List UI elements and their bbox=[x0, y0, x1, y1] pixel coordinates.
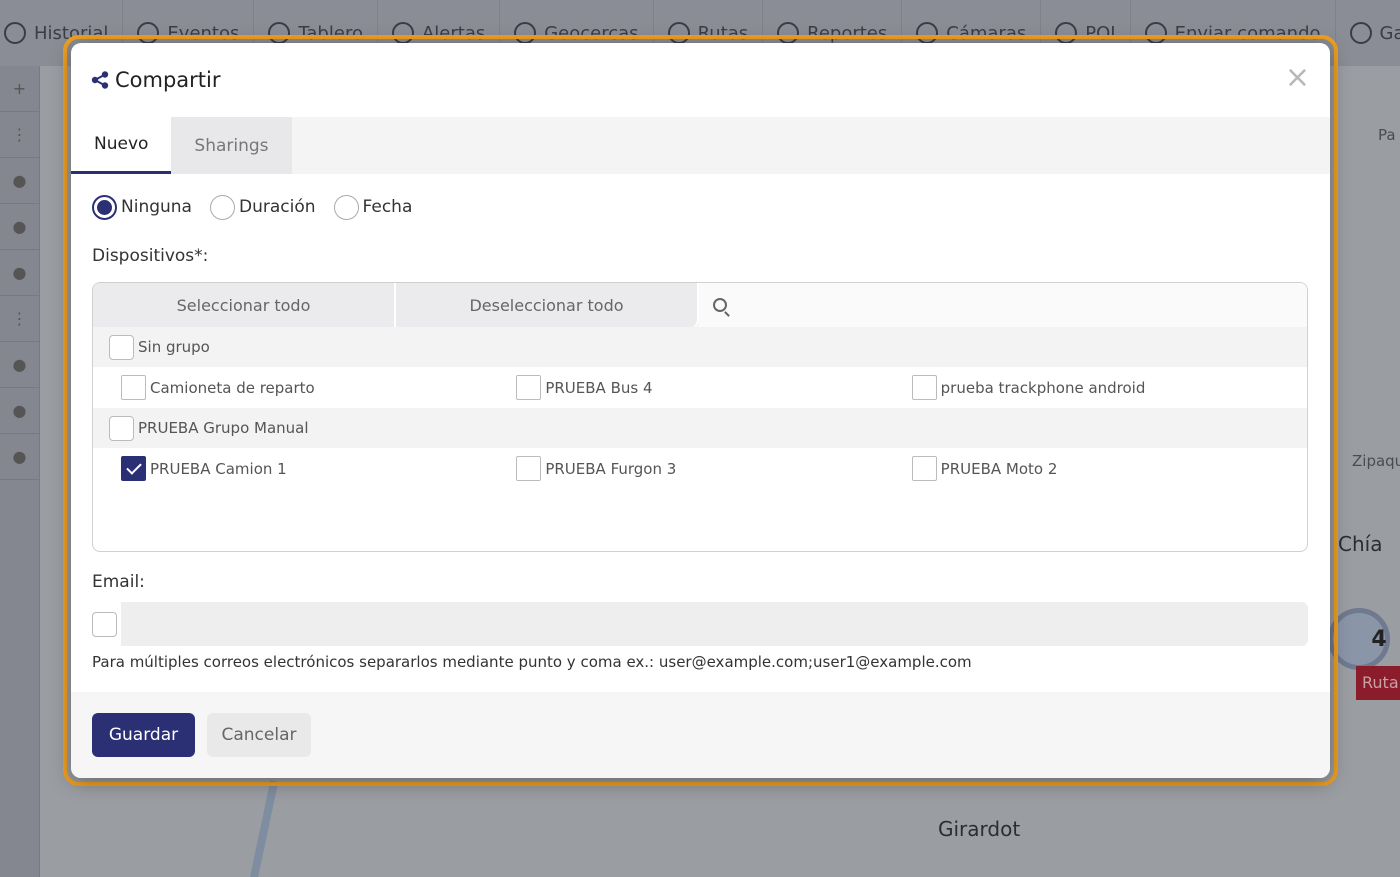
map-route-tag[interactable]: Ruta bbox=[1356, 666, 1400, 700]
device-item[interactable]: PRUEBA Moto 2 bbox=[911, 456, 1307, 481]
email-row bbox=[92, 602, 1309, 646]
device-checkbox-checked[interactable] bbox=[121, 456, 146, 481]
device-item[interactable]: Camioneta de reparto bbox=[121, 375, 516, 400]
user-icon[interactable]: ● bbox=[0, 204, 39, 250]
device-checkbox[interactable] bbox=[516, 375, 542, 400]
side-panel: + ⋮ ● ● ● ⋮ ● ● ● bbox=[0, 66, 40, 877]
close-icon[interactable]: × bbox=[1285, 63, 1310, 93]
search-icon bbox=[713, 298, 727, 312]
tab-sharings[interactable]: Sharings bbox=[171, 117, 292, 174]
user-icon[interactable]: ● bbox=[0, 434, 39, 480]
receipt-icon bbox=[1349, 22, 1372, 44]
device-item[interactable]: PRUEBA Camion 1 bbox=[121, 456, 516, 481]
map-label-chia: Chía bbox=[1338, 532, 1383, 556]
device-checkbox[interactable] bbox=[121, 375, 146, 400]
email-field[interactable] bbox=[121, 602, 1308, 646]
more-icon[interactable]: ⋮ bbox=[0, 296, 39, 342]
device-search-input[interactable] bbox=[737, 285, 1307, 325]
tabs-bar: Nuevo Sharings bbox=[71, 117, 1330, 174]
user-icon[interactable]: ● bbox=[0, 250, 39, 296]
device-row: Camioneta de reparto PRUEBA Bus 4 prueba… bbox=[93, 367, 1307, 408]
radio-ninguna[interactable]: Ninguna bbox=[92, 194, 192, 220]
add-icon[interactable]: + bbox=[0, 66, 39, 112]
modal-header: Compartir × bbox=[71, 43, 1330, 117]
save-button[interactable]: Guardar bbox=[92, 713, 195, 757]
device-item[interactable]: PRUEBA Bus 4 bbox=[516, 375, 911, 400]
user-icon[interactable]: ● bbox=[0, 342, 39, 388]
radio-button[interactable] bbox=[92, 194, 117, 220]
expiration-radio-group: Ninguna Duración Fecha bbox=[92, 174, 1309, 240]
modal-title: Compartir bbox=[115, 68, 221, 92]
device-search bbox=[699, 283, 1307, 327]
email-label: Email: bbox=[92, 572, 145, 592]
cancel-button[interactable]: Cancelar bbox=[207, 713, 311, 757]
modal-footer: Guardar Cancelar bbox=[71, 692, 1330, 778]
device-checkbox[interactable] bbox=[911, 375, 937, 400]
radio-button[interactable] bbox=[209, 194, 235, 220]
user-icon[interactable]: ● bbox=[0, 158, 39, 204]
device-item[interactable]: prueba trackphone android bbox=[911, 375, 1307, 400]
more-icon[interactable]: ⋮ bbox=[0, 112, 39, 158]
deselect-all-button[interactable]: Deseleccionar todo bbox=[396, 283, 699, 327]
device-item[interactable]: PRUEBA Furgon 3 bbox=[516, 456, 911, 481]
radio-fecha[interactable]: Fecha bbox=[333, 194, 412, 220]
device-selector: Seleccionar todo Deseleccionar todo Sin … bbox=[92, 282, 1308, 552]
map-label-girardot: Girardot bbox=[938, 817, 1021, 841]
device-checkbox[interactable] bbox=[516, 456, 542, 481]
device-toolbar: Seleccionar todo Deseleccionar todo bbox=[93, 283, 1307, 327]
group-checkbox[interactable] bbox=[109, 334, 134, 360]
share-modal: Compartir × Nuevo Sharings Ninguna Durac… bbox=[71, 43, 1330, 778]
device-checkbox[interactable] bbox=[911, 456, 937, 481]
radio-button[interactable] bbox=[333, 194, 359, 220]
device-row: PRUEBA Camion 1 PRUEBA Furgon 3 PRUEBA M… bbox=[93, 448, 1307, 489]
email-checkbox[interactable] bbox=[92, 611, 117, 637]
devices-label: Dispositivos*: bbox=[92, 246, 209, 266]
map-label-pa: Pa bbox=[1378, 126, 1396, 144]
group-row-prueba-grupo-manual[interactable]: PRUEBA Grupo Manual bbox=[93, 408, 1307, 448]
radio-duracion[interactable]: Duración bbox=[209, 194, 316, 220]
map-label-zipaqu: Zipaqu bbox=[1352, 452, 1400, 470]
nav-item-gastos[interactable]: Gastos bbox=[1336, 0, 1400, 66]
modal-body: Ninguna Duración Fecha Dispositivos*: Se… bbox=[71, 174, 1330, 674]
group-row-sin-grupo[interactable]: Sin grupo bbox=[93, 327, 1307, 367]
email-hint: Para múltiples correos electrónicos sepa… bbox=[92, 653, 972, 671]
user-icon[interactable]: ● bbox=[0, 388, 39, 434]
tab-nuevo[interactable]: Nuevo bbox=[71, 117, 172, 174]
select-all-button[interactable]: Seleccionar todo bbox=[93, 283, 396, 327]
share-icon bbox=[91, 71, 109, 89]
group-checkbox[interactable] bbox=[109, 415, 134, 441]
clock-icon bbox=[4, 22, 26, 44]
